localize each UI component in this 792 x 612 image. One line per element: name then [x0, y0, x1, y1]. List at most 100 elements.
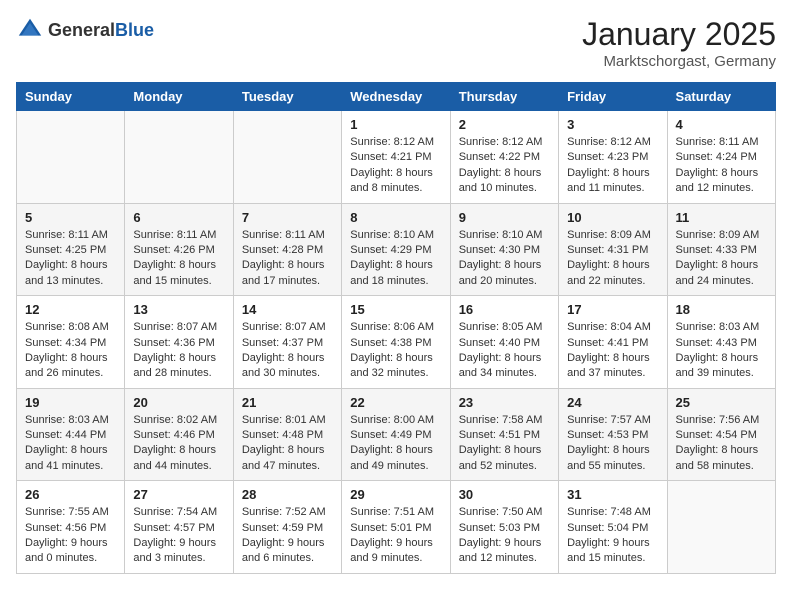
calendar-day-cell: 26Sunrise: 7:55 AM Sunset: 4:56 PM Dayli…	[17, 481, 125, 574]
logo: GeneralBlue	[16, 16, 154, 44]
day-number: 8	[350, 210, 441, 225]
day-info: Sunrise: 7:54 AM Sunset: 4:57 PM Dayligh…	[133, 505, 224, 567]
day-info: Sunrise: 7:57 AM Sunset: 4:53 PM Dayligh…	[567, 413, 658, 475]
calendar-day-cell: 24Sunrise: 7:57 AM Sunset: 4:53 PM Dayli…	[559, 388, 667, 481]
day-number: 3	[567, 117, 658, 132]
day-info: Sunrise: 8:05 AM Sunset: 4:40 PM Dayligh…	[459, 320, 550, 382]
calendar-day-cell: 16Sunrise: 8:05 AM Sunset: 4:40 PM Dayli…	[450, 296, 558, 389]
day-number: 12	[25, 302, 116, 317]
day-number: 14	[242, 302, 333, 317]
day-info: Sunrise: 8:09 AM Sunset: 4:31 PM Dayligh…	[567, 228, 658, 290]
day-info: Sunrise: 8:07 AM Sunset: 4:37 PM Dayligh…	[242, 320, 333, 382]
calendar-day-cell: 21 Sunrise: 8:01 AM Sunset: 4:48 PM Dayli…	[233, 388, 341, 481]
calendar-day-cell: 6Sunrise: 8:11 AM Sunset: 4:26 PM Daylig…	[125, 203, 233, 296]
calendar-day-cell	[233, 111, 341, 204]
day-of-week-header: Tuesday	[233, 83, 341, 111]
day-info: Sunrise: 7:55 AM Sunset: 4:56 PM Dayligh…	[25, 505, 116, 567]
calendar-day-cell: 2 Sunrise: 8:12 AM Sunset: 4:22 PM Daylig…	[450, 111, 558, 204]
day-info: Sunrise: 7:51 AM Sunset: 5:01 PM Dayligh…	[350, 505, 441, 567]
day-number: 23	[459, 395, 550, 410]
logo-icon	[16, 16, 44, 44]
day-info: Sunrise: 8:11 AM Sunset: 4:25 PM Dayligh…	[25, 228, 116, 290]
day-info: Sunrise: 8:11 AM Sunset: 4:24 PM Dayligh…	[676, 135, 767, 197]
day-number: 1	[350, 117, 441, 132]
calendar-day-cell: 27 Sunrise: 7:54 AM Sunset: 4:57 PM Dayli…	[125, 481, 233, 574]
day-number: 9	[459, 210, 550, 225]
day-info: Sunrise: 8:10 AM Sunset: 4:29 PM Dayligh…	[350, 228, 441, 290]
day-info: Sunrise: 8:10 AM Sunset: 4:30 PM Dayligh…	[459, 228, 550, 290]
day-number: 31	[567, 487, 658, 502]
day-info: Sunrise: 8:12 AM Sunset: 4:23 PM Dayligh…	[567, 135, 658, 197]
day-info: Sunrise: 8:02 AM Sunset: 4:46 PM Dayligh…	[133, 413, 224, 475]
day-info: Sunrise: 8:03 AM Sunset: 4:43 PM Dayligh…	[676, 320, 767, 382]
day-info: Sunrise: 7:56 AM Sunset: 4:54 PM Dayligh…	[676, 413, 767, 475]
calendar-table: SundayMondayTuesdayWednesdayThursdayFrid…	[16, 82, 776, 574]
calendar-day-cell: 14 Sunrise: 8:07 AM Sunset: 4:37 PM Dayli…	[233, 296, 341, 389]
calendar-day-cell: 11 Sunrise: 8:09 AM Sunset: 4:33 PM Dayli…	[667, 203, 775, 296]
day-number: 30	[459, 487, 550, 502]
title-block: January 2025 Marktschorgast, Germany	[582, 16, 776, 70]
calendar-week-row: 12 Sunrise: 8:08 AM Sunset: 4:34 PM Dayli…	[17, 296, 776, 389]
calendar-day-cell: 10 Sunrise: 8:09 AM Sunset: 4:31 PM Dayli…	[559, 203, 667, 296]
day-number: 5	[25, 210, 116, 225]
day-number: 11	[676, 210, 767, 225]
calendar-day-cell: 23 Sunrise: 7:58 AM Sunset: 4:51 PM Dayli…	[450, 388, 558, 481]
day-info: Sunrise: 8:07 AM Sunset: 4:36 PM Dayligh…	[133, 320, 224, 382]
day-info: Sunrise: 8:06 AM Sunset: 4:38 PM Dayligh…	[350, 320, 441, 382]
day-number: 15	[350, 302, 441, 317]
subtitle: Marktschorgast, Germany	[582, 53, 776, 70]
day-info: Sunrise: 8:08 AM Sunset: 4:34 PM Dayligh…	[25, 320, 116, 382]
day-number: 21	[242, 395, 333, 410]
day-info: Sunrise: 8:09 AM Sunset: 4:33 PM Dayligh…	[676, 228, 767, 290]
day-of-week-header: Monday	[125, 83, 233, 111]
day-number: 22	[350, 395, 441, 410]
day-info: Sunrise: 8:01 AM Sunset: 4:48 PM Dayligh…	[242, 413, 333, 475]
day-info: Sunrise: 8:00 AM Sunset: 4:49 PM Dayligh…	[350, 413, 441, 475]
day-number: 7	[242, 210, 333, 225]
calendar-day-cell: 1 Sunrise: 8:12 AM Sunset: 4:21 PM Daylig…	[342, 111, 450, 204]
calendar-day-cell: 7Sunrise: 8:11 AM Sunset: 4:28 PM Daylig…	[233, 203, 341, 296]
calendar-day-cell: 20 Sunrise: 8:02 AM Sunset: 4:46 PM Dayli…	[125, 388, 233, 481]
day-number: 27	[133, 487, 224, 502]
calendar-week-row: 19Sunrise: 8:03 AM Sunset: 4:44 PM Dayli…	[17, 388, 776, 481]
day-info: Sunrise: 8:12 AM Sunset: 4:22 PM Dayligh…	[459, 135, 550, 197]
calendar-day-cell: 8 Sunrise: 8:10 AM Sunset: 4:29 PM Daylig…	[342, 203, 450, 296]
calendar-day-cell: 30 Sunrise: 7:50 AM Sunset: 5:03 PM Dayli…	[450, 481, 558, 574]
main-title: January 2025	[582, 16, 776, 53]
calendar-day-cell: 19Sunrise: 8:03 AM Sunset: 4:44 PM Dayli…	[17, 388, 125, 481]
day-number: 28	[242, 487, 333, 502]
calendar-week-row: 5 Sunrise: 8:11 AM Sunset: 4:25 PM Daylig…	[17, 203, 776, 296]
day-of-week-header: Sunday	[17, 83, 125, 111]
day-info: Sunrise: 7:52 AM Sunset: 4:59 PM Dayligh…	[242, 505, 333, 567]
calendar-day-cell	[667, 481, 775, 574]
day-of-week-header: Thursday	[450, 83, 558, 111]
calendar-day-cell: 15 Sunrise: 8:06 AM Sunset: 4:38 PM Dayli…	[342, 296, 450, 389]
calendar-day-cell: 5 Sunrise: 8:11 AM Sunset: 4:25 PM Daylig…	[17, 203, 125, 296]
calendar-day-cell: 17Sunrise: 8:04 AM Sunset: 4:41 PM Dayli…	[559, 296, 667, 389]
calendar-day-cell: 31Sunrise: 7:48 AM Sunset: 5:04 PM Dayli…	[559, 481, 667, 574]
day-info: Sunrise: 8:12 AM Sunset: 4:21 PM Dayligh…	[350, 135, 441, 197]
day-info: Sunrise: 7:50 AM Sunset: 5:03 PM Dayligh…	[459, 505, 550, 567]
calendar-header-row: SundayMondayTuesdayWednesdayThursdayFrid…	[17, 83, 776, 111]
day-of-week-header: Friday	[559, 83, 667, 111]
day-of-week-header: Saturday	[667, 83, 775, 111]
day-info: Sunrise: 7:58 AM Sunset: 4:51 PM Dayligh…	[459, 413, 550, 475]
calendar-day-cell	[125, 111, 233, 204]
day-number: 18	[676, 302, 767, 317]
logo-general-text: General	[48, 20, 115, 40]
day-info: Sunrise: 8:04 AM Sunset: 4:41 PM Dayligh…	[567, 320, 658, 382]
calendar-day-cell: 3 Sunrise: 8:12 AM Sunset: 4:23 PM Daylig…	[559, 111, 667, 204]
day-number: 10	[567, 210, 658, 225]
day-of-week-header: Wednesday	[342, 83, 450, 111]
day-number: 2	[459, 117, 550, 132]
day-number: 19	[25, 395, 116, 410]
calendar-day-cell: 9 Sunrise: 8:10 AM Sunset: 4:30 PM Daylig…	[450, 203, 558, 296]
calendar-week-row: 26Sunrise: 7:55 AM Sunset: 4:56 PM Dayli…	[17, 481, 776, 574]
day-number: 4	[676, 117, 767, 132]
calendar-day-cell: 13Sunrise: 8:07 AM Sunset: 4:36 PM Dayli…	[125, 296, 233, 389]
calendar-day-cell: 29 Sunrise: 7:51 AM Sunset: 5:01 PM Dayli…	[342, 481, 450, 574]
calendar-day-cell: 25Sunrise: 7:56 AM Sunset: 4:54 PM Dayli…	[667, 388, 775, 481]
day-number: 20	[133, 395, 224, 410]
day-number: 29	[350, 487, 441, 502]
calendar-day-cell: 4 Sunrise: 8:11 AM Sunset: 4:24 PM Daylig…	[667, 111, 775, 204]
